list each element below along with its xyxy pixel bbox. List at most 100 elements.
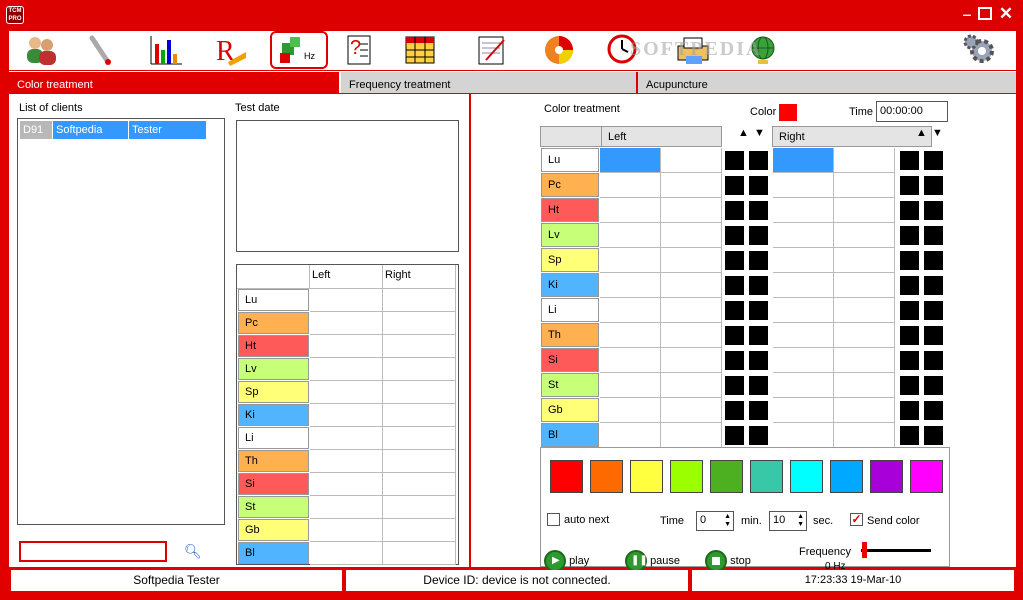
tab-color-treatment[interactable]: Color treatment (9, 72, 339, 93)
meridian-left-cell[interactable] (310, 473, 383, 496)
right-color-block[interactable] (924, 251, 943, 270)
treatment-right-cell[interactable] (773, 198, 834, 223)
treatment-left-cell[interactable] (661, 323, 722, 348)
frequency-slider-track[interactable] (861, 549, 931, 552)
treatment-left-cell[interactable] (600, 248, 661, 273)
settings-tool-button[interactable] (960, 31, 1000, 69)
color-swatch[interactable] (550, 460, 583, 493)
right-color-block[interactable] (900, 426, 919, 445)
treatment-left-cell[interactable] (600, 423, 661, 448)
treatment-left-cell[interactable] (600, 273, 661, 298)
treatment-left-cell[interactable] (600, 373, 661, 398)
treatment-left-cell[interactable] (661, 273, 722, 298)
left-sort-down-icon[interactable]: ▼ (754, 127, 765, 139)
treatment-right-cell[interactable] (773, 248, 834, 273)
treatment-right-cell[interactable] (773, 148, 834, 173)
right-color-block[interactable] (924, 201, 943, 220)
right-color-block[interactable] (900, 151, 919, 170)
left-color-block[interactable] (725, 151, 744, 170)
treatment-left-cell[interactable] (600, 148, 661, 173)
left-color-block[interactable] (749, 376, 768, 395)
right-color-block[interactable] (900, 351, 919, 370)
left-color-block[interactable] (725, 276, 744, 295)
right-color-block[interactable] (924, 426, 943, 445)
test-date-list[interactable] (236, 120, 459, 252)
play-button[interactable]: ▶ play (544, 550, 589, 572)
maximize-button[interactable] (978, 7, 992, 20)
meridian-left-cell[interactable] (310, 542, 383, 565)
left-color-block[interactable] (749, 201, 768, 220)
stop-button[interactable]: stop (705, 550, 751, 572)
tab-frequency-treatment[interactable]: Frequency treatment (341, 72, 638, 93)
right-color-block[interactable] (924, 351, 943, 370)
treatment-left-cell[interactable] (600, 173, 661, 198)
right-color-block[interactable] (924, 151, 943, 170)
right-color-block[interactable] (900, 301, 919, 320)
meridian-right-cell[interactable] (383, 427, 456, 450)
meridian-left-cell[interactable] (310, 335, 383, 358)
right-color-block[interactable] (900, 326, 919, 345)
meridian-right-cell[interactable] (383, 381, 456, 404)
treatment-left-cell[interactable] (661, 248, 722, 273)
right-color-block[interactable] (924, 401, 943, 420)
treatment-right-cell[interactable] (834, 198, 895, 223)
treatment-right-cell[interactable] (834, 223, 895, 248)
right-color-block[interactable] (924, 226, 943, 245)
meridian-left-cell[interactable] (310, 519, 383, 542)
left-color-block[interactable] (725, 401, 744, 420)
meridian-right-cell[interactable] (383, 404, 456, 427)
treatment-left-cell[interactable] (600, 398, 661, 423)
left-color-block[interactable] (749, 426, 768, 445)
left-color-block[interactable] (725, 176, 744, 195)
color-swatch[interactable] (790, 460, 823, 493)
pause-button[interactable]: ❚❚ pause (625, 550, 680, 572)
minutes-stepper[interactable]: 0 ▲ ▼ (696, 511, 734, 531)
client-search-input[interactable] (19, 541, 167, 562)
left-color-block[interactable] (725, 426, 744, 445)
search-icon[interactable]: 🔍︎ (184, 543, 202, 560)
frequency-tool-button[interactable]: Hz (270, 31, 328, 69)
treatment-right-cell[interactable] (773, 173, 834, 198)
right-sort-up-icon[interactable]: ▲ (916, 127, 927, 139)
left-sort-up-icon[interactable]: ▲ (738, 127, 749, 139)
right-color-block[interactable] (924, 301, 943, 320)
right-color-block[interactable] (900, 226, 919, 245)
probe-tool-button[interactable] (81, 31, 121, 69)
meridian-right-cell[interactable] (383, 542, 456, 565)
wheel-tool-button[interactable] (539, 31, 579, 69)
left-color-block[interactable] (749, 301, 768, 320)
minimize-button[interactable]: ‒ (959, 6, 975, 22)
frequency-slider-thumb[interactable] (862, 542, 867, 558)
left-color-block[interactable] (749, 176, 768, 195)
treatment-right-cell[interactable] (773, 398, 834, 423)
left-color-block[interactable] (749, 351, 768, 370)
right-color-block[interactable] (900, 376, 919, 395)
meridian-left-cell[interactable] (310, 381, 383, 404)
treatment-right-cell[interactable] (773, 223, 834, 248)
treatment-left-cell[interactable] (661, 398, 722, 423)
color-swatch[interactable] (830, 460, 863, 493)
treatment-right-cell[interactable] (834, 298, 895, 323)
right-color-block[interactable] (924, 376, 943, 395)
treatment-left-cell[interactable] (661, 223, 722, 248)
treatment-left-cell[interactable] (600, 198, 661, 223)
seconds-stepper[interactable]: 10 ▲ ▼ (769, 511, 807, 531)
treatment-left-cell[interactable] (600, 348, 661, 373)
left-color-block[interactable] (725, 351, 744, 370)
meridian-right-cell[interactable] (383, 496, 456, 519)
right-color-block[interactable] (924, 276, 943, 295)
treatment-right-cell[interactable] (834, 273, 895, 298)
time-display[interactable]: 00:00:00 (876, 101, 948, 122)
chart-tool-button[interactable] (146, 31, 186, 69)
clients-list[interactable]: D91 Softpedia Tester (17, 118, 225, 525)
treatment-left-cell[interactable] (600, 298, 661, 323)
auto-next-checkbox[interactable] (547, 513, 560, 526)
notes-tool-button[interactable] (471, 31, 511, 69)
right-color-block[interactable] (900, 251, 919, 270)
color-swatch[interactable] (870, 460, 903, 493)
color-swatch[interactable] (630, 460, 663, 493)
treatment-left-cell[interactable] (661, 348, 722, 373)
treatment-right-cell[interactable] (773, 273, 834, 298)
left-color-block[interactable] (749, 276, 768, 295)
meridian-right-cell[interactable] (383, 450, 456, 473)
